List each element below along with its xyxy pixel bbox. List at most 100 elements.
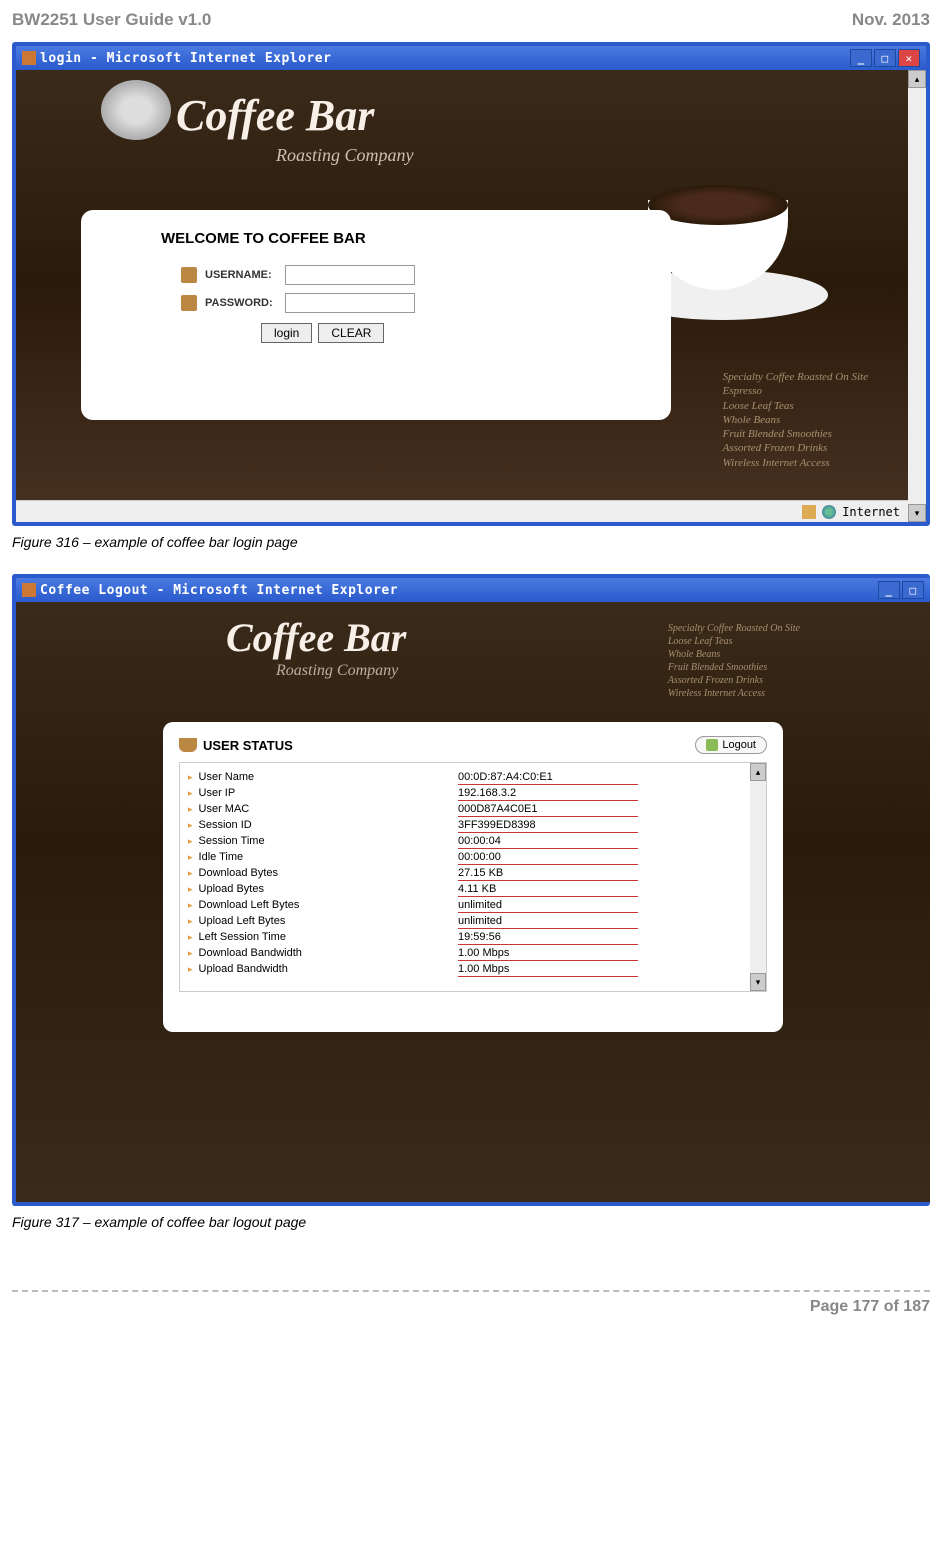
status-row-value: unlimited: [458, 897, 638, 913]
status-row-label: ▸ Upload Bandwidth: [188, 961, 428, 977]
login-titlebar: login - Microsoft Internet Explorer _ □ …: [16, 46, 926, 70]
minimize-button[interactable]: _: [850, 49, 872, 67]
status-label: User IP: [199, 787, 236, 799]
status-text: Internet: [842, 505, 900, 519]
logout-button-label: Logout: [722, 739, 756, 751]
scroll-up-arrow[interactable]: ▴: [908, 70, 926, 88]
status-row-label: ▸ Download Left Bytes: [188, 897, 428, 913]
login-window-title: login - Microsoft Internet Explorer: [40, 51, 331, 66]
password-label: PASSWORD:: [205, 297, 277, 309]
status-label: User Name: [199, 771, 255, 783]
status-row-value: 1.00 Mbps: [458, 961, 638, 977]
status-row-label: ▸ User IP: [188, 785, 428, 801]
clear-button[interactable]: CLEAR: [318, 323, 384, 343]
bullet-icon: ▸: [188, 788, 193, 799]
bullet-icon: ▸: [188, 932, 193, 943]
status-table: ▸ User Name ▸ User IP ▸ User MAC ▸ Session ID ▸ S…: [179, 762, 767, 992]
status-label: Download Left Bytes: [199, 899, 300, 911]
vertical-scrollbar[interactable]: ▴ ▾: [908, 70, 926, 522]
status-label: Idle Time: [199, 851, 244, 863]
scroll-down-arrow[interactable]: ▾: [750, 973, 766, 991]
status-label: Upload Left Bytes: [199, 915, 286, 927]
bullet-icon: ▸: [188, 868, 193, 879]
status-label: Upload Bandwidth: [199, 963, 288, 975]
login-page-body: Coffee Bar Roasting Company WELCOME TO C…: [16, 70, 908, 500]
bullet-icon: ▸: [188, 772, 193, 783]
status-label: User MAC: [199, 803, 250, 815]
figure-316-caption: Figure 316 – example of coffee bar login…: [12, 534, 930, 550]
page-footer: Page 177 of 187: [12, 1290, 930, 1316]
document-header: BW2251 User Guide v1.0 Nov. 2013: [12, 10, 930, 30]
logout-button[interactable]: Logout: [695, 736, 767, 754]
bullet-icon: ▸: [188, 804, 193, 815]
status-row-label: ▸Download Bandwidth: [188, 945, 428, 961]
decorative-menu-text: Specialty Coffee Roasted On SiteLoose Le…: [668, 622, 800, 700]
password-input[interactable]: [285, 293, 415, 313]
scroll-up-arrow[interactable]: ▴: [750, 763, 766, 781]
bullet-icon: ▸: [188, 820, 193, 831]
doc-title-left: BW2251 User Guide v1.0: [12, 10, 211, 30]
login-statusbar: Internet: [16, 500, 908, 522]
scroll-down-arrow[interactable]: ▾: [908, 504, 926, 522]
login-button[interactable]: login: [261, 323, 312, 343]
close-button[interactable]: ✕: [898, 49, 920, 67]
status-label: Upload Bytes: [199, 883, 264, 895]
maximize-button[interactable]: □: [902, 581, 924, 599]
status-row-value: 19:59:56: [458, 929, 638, 945]
status-label: Download Bandwidth: [199, 947, 302, 959]
status-label: Session ID: [199, 819, 252, 831]
doc-title-right: Nov. 2013: [852, 10, 930, 30]
user-status-card: USER STATUS Logout ▸ User Name ▸ User IP ▸ Us…: [163, 722, 783, 1032]
logout-icon: [706, 739, 718, 751]
globe-icon: [822, 505, 836, 519]
status-row-value: 00:0D:87:A4:C0:E1: [458, 769, 638, 785]
cup-icon: [179, 738, 197, 752]
status-scrollbar[interactable]: ▴ ▾: [750, 763, 766, 991]
status-label: Left Session Time: [199, 931, 286, 943]
status-row-value: 4.11 KB: [458, 881, 638, 897]
coffee-bar-logo: Coffee Bar: [176, 90, 374, 141]
maximize-button[interactable]: □: [874, 49, 896, 67]
bullet-icon: ▸: [188, 900, 193, 911]
status-row-label: ▸ Session Time: [188, 833, 428, 849]
status-row-label: ▸ Idle Time: [188, 849, 428, 865]
user-status-title: USER STATUS: [203, 738, 293, 753]
status-row-value: 000D87A4C0E1: [458, 801, 638, 817]
bullet-icon: ▸: [188, 916, 193, 927]
bullet-icon: ▸: [188, 964, 193, 975]
username-input[interactable]: [285, 265, 415, 285]
minimize-button[interactable]: _: [878, 581, 900, 599]
status-row-value: 00:00:00: [458, 849, 638, 865]
bullet-icon: ▸: [188, 836, 193, 847]
status-row-value: 3FF399ED8398: [458, 817, 638, 833]
bullet-icon: ▸: [188, 852, 193, 863]
status-row-label: ▸ User MAC: [188, 801, 428, 817]
status-label: Download Bytes: [199, 867, 279, 879]
status-row-label: ▸ Session ID: [188, 817, 428, 833]
status-row-value: 00:00:04: [458, 833, 638, 849]
status-row-value: 1.00 Mbps: [458, 945, 638, 961]
status-row-label: ▸ Upload Bytes: [188, 881, 428, 897]
decorative-menu-text: Specialty Coffee Roasted On SiteEspresso…: [723, 370, 868, 470]
status-row-value: unlimited: [458, 913, 638, 929]
status-row-value: 192.168.3.2: [458, 785, 638, 801]
username-label: USERNAME:: [205, 269, 277, 281]
logout-browser-window: Coffee Logout - Microsoft Internet Explo…: [12, 574, 930, 1206]
status-label: Session Time: [199, 835, 265, 847]
bullet-icon: ▸: [188, 884, 193, 895]
logout-window-title: Coffee Logout - Microsoft Internet Explo…: [40, 583, 398, 598]
logout-titlebar: Coffee Logout - Microsoft Internet Explo…: [16, 578, 930, 602]
figure-317-caption: Figure 317 – example of coffee bar logou…: [12, 1214, 930, 1230]
status-row-value: 27.15 KB: [458, 865, 638, 881]
coffee-bar-subtitle: Roasting Company: [276, 145, 414, 166]
status-row-label: ▸ Upload Left Bytes: [188, 913, 428, 929]
status-row-label: ▸ Left Session Time: [188, 929, 428, 945]
status-row-label: ▸ Download Bytes: [188, 865, 428, 881]
ie-icon: [22, 583, 36, 597]
status-row-label: ▸ User Name: [188, 769, 428, 785]
ie-icon: [22, 51, 36, 65]
padlock-icon: [802, 505, 816, 519]
lock-icon: [181, 295, 197, 311]
coffee-bar-subtitle: Roasting Company: [276, 662, 398, 680]
login-card: WELCOME TO COFFEE BAR USERNAME: PASSWORD…: [81, 210, 671, 420]
